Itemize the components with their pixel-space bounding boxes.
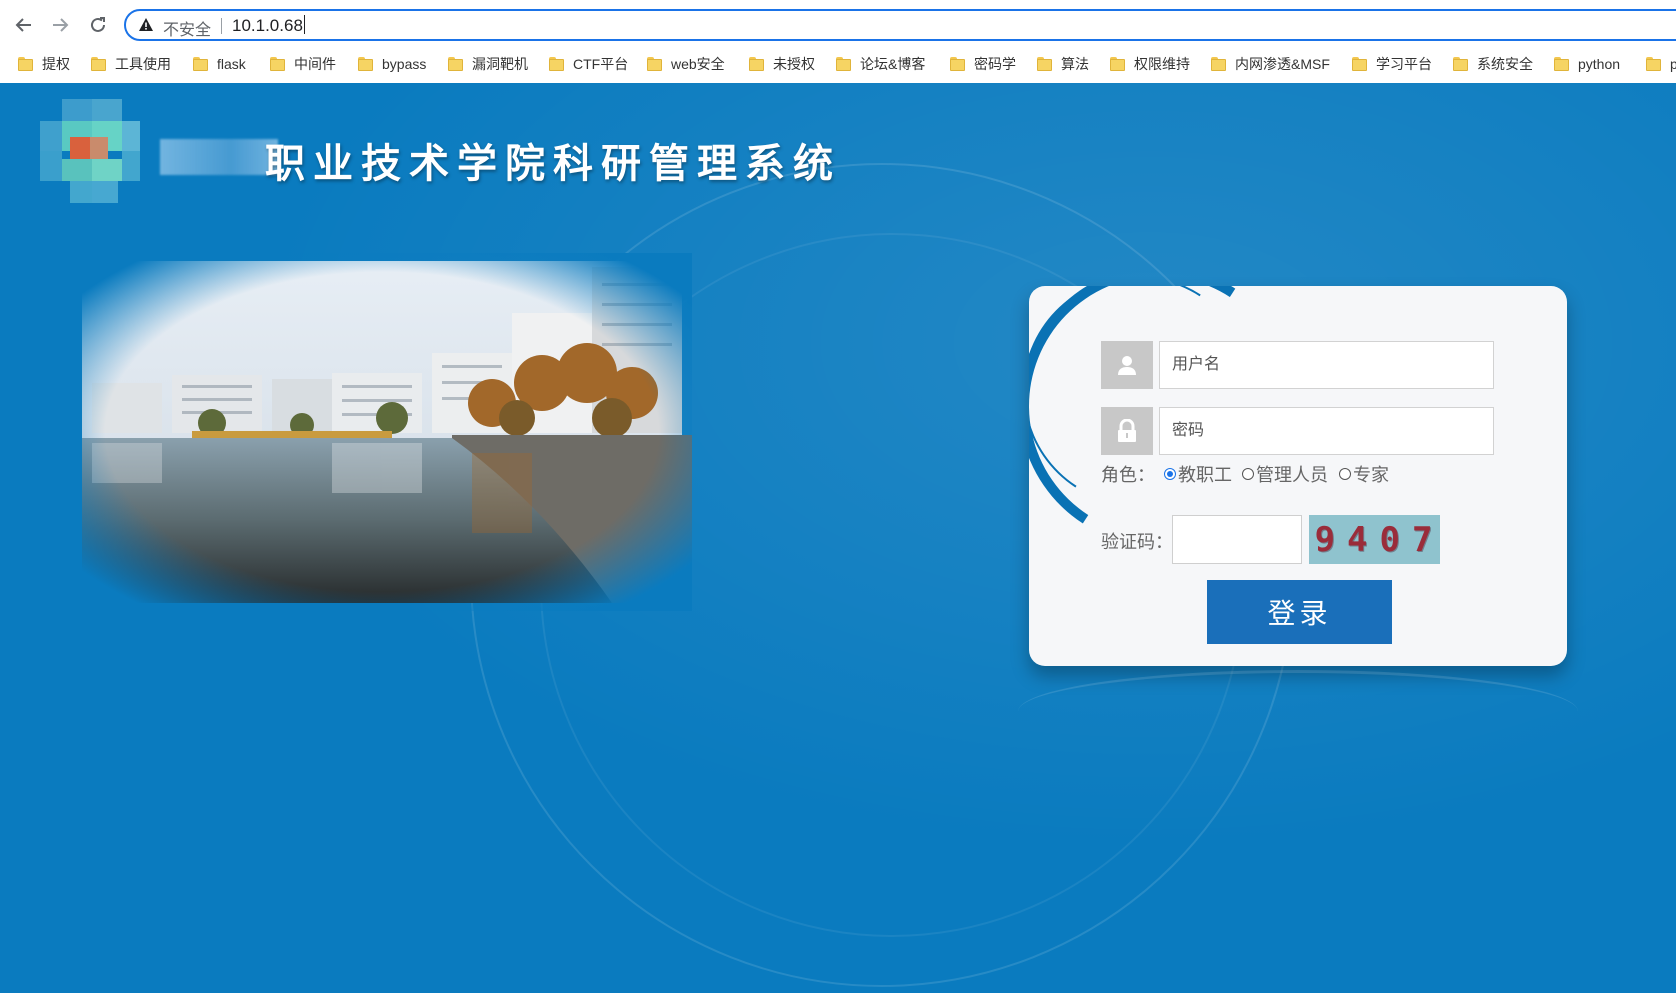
bookmark-folder[interactable]: CTF平台 bbox=[549, 50, 628, 78]
folder-icon bbox=[1646, 57, 1661, 71]
insecure-label[interactable]: 不安全 bbox=[163, 16, 211, 40]
bookmark-folder[interactable]: python bbox=[1554, 50, 1620, 78]
address-bar[interactable]: 不安全 10.1.0.68 bbox=[124, 9, 1676, 41]
user-icon-box bbox=[1101, 341, 1153, 389]
radio-unchecked-icon bbox=[1242, 468, 1254, 480]
role-label: 角色： bbox=[1101, 465, 1155, 486]
bookmark-folder[interactable]: 算法 bbox=[1037, 50, 1089, 78]
bookmark-label: 学习平台 bbox=[1376, 56, 1432, 72]
bookmark-label: bypass bbox=[382, 56, 427, 72]
folder-icon bbox=[836, 57, 851, 71]
campus-photo bbox=[72, 253, 692, 611]
folder-icon bbox=[1110, 57, 1125, 71]
folder-icon bbox=[91, 57, 106, 71]
password-input[interactable] bbox=[1159, 407, 1494, 455]
username-input[interactable] bbox=[1159, 341, 1494, 389]
bookmark-label: python bbox=[1578, 56, 1621, 72]
bookmark-folder[interactable]: 权限维持 bbox=[1110, 50, 1190, 78]
bookmark-folder[interactable]: flask bbox=[193, 50, 246, 78]
folder-icon bbox=[549, 57, 564, 71]
arrow-left-icon bbox=[15, 18, 31, 32]
folder-icon bbox=[448, 57, 463, 71]
blurred-school-name bbox=[160, 139, 278, 175]
bookmark-label: 密码学 bbox=[974, 56, 1016, 72]
bookmark-label: 内网渗透&MSF bbox=[1235, 56, 1330, 72]
folder-icon bbox=[1554, 57, 1569, 71]
role-radio-expert[interactable]: 专家 bbox=[1339, 461, 1389, 487]
captcha-label: 验证码： bbox=[1101, 532, 1173, 553]
arrow-right-icon bbox=[53, 18, 69, 32]
reload-icon bbox=[91, 17, 105, 32]
bookmark-label: 系统安全 bbox=[1477, 56, 1533, 72]
role-radio-admin[interactable]: 管理人员 bbox=[1242, 461, 1328, 487]
role-option-label: 管理人员 bbox=[1256, 465, 1328, 486]
bookmark-folder[interactable]: 提权 bbox=[18, 50, 70, 78]
user-icon bbox=[1118, 356, 1136, 375]
bookmark-folder[interactable]: 系统安全 bbox=[1453, 50, 1533, 78]
bookmark-label: p bbox=[1670, 56, 1676, 72]
radio-unchecked-icon bbox=[1339, 468, 1351, 480]
browser-chrome: 不安全 10.1.0.68 提权 工具使用 flask 中间件 bypass 漏… bbox=[0, 0, 1676, 83]
page-title: 职业技术学院科研管理系统 bbox=[265, 140, 841, 187]
radio-checked-icon bbox=[1164, 468, 1176, 480]
folder-icon bbox=[749, 57, 764, 71]
lock-icon-box bbox=[1101, 407, 1153, 455]
forward-button[interactable] bbox=[46, 11, 74, 39]
url-value: 10.1.0.68 bbox=[232, 16, 303, 35]
login-button[interactable]: 登录 bbox=[1207, 580, 1392, 644]
bookmark-folder[interactable]: web安全 bbox=[647, 50, 725, 78]
folder-icon bbox=[1211, 57, 1226, 71]
captcha-input[interactable] bbox=[1172, 515, 1302, 564]
folder-icon bbox=[1037, 57, 1052, 71]
bookmark-label: web安全 bbox=[671, 56, 725, 72]
back-button[interactable] bbox=[10, 11, 38, 39]
role-option-label: 专家 bbox=[1353, 465, 1389, 486]
folder-icon bbox=[950, 57, 965, 71]
bookmark-folder[interactable]: p bbox=[1646, 50, 1676, 78]
bookmark-label: 权限维持 bbox=[1134, 56, 1190, 72]
bookmark-label: 算法 bbox=[1061, 56, 1089, 72]
bookmark-label: 漏洞靶机 bbox=[472, 56, 528, 72]
bookmark-folder[interactable]: 内网渗透&MSF bbox=[1211, 50, 1330, 78]
bookmark-label: 工具使用 bbox=[115, 56, 171, 72]
folder-icon bbox=[1453, 57, 1468, 71]
url-text[interactable]: 10.1.0.68 bbox=[232, 15, 305, 36]
bookmark-label: 未授权 bbox=[773, 56, 815, 72]
role-radio-staff[interactable]: 教职工 bbox=[1164, 461, 1232, 487]
school-logo bbox=[40, 99, 140, 203]
lock-icon bbox=[1118, 419, 1136, 442]
bookmarks-bar: 提权 工具使用 flask 中间件 bypass 漏洞靶机 CTF平台 web安… bbox=[0, 50, 1676, 78]
bookmark-label: 中间件 bbox=[294, 56, 336, 72]
captcha-image[interactable]: 9407 bbox=[1309, 515, 1440, 564]
folder-icon bbox=[193, 57, 208, 71]
reload-button[interactable] bbox=[84, 11, 112, 39]
bookmark-label: flask bbox=[217, 56, 246, 72]
bookmark-folder[interactable]: 工具使用 bbox=[91, 50, 171, 78]
bookmark-folder[interactable]: bypass bbox=[358, 50, 426, 78]
folder-icon bbox=[1352, 57, 1367, 71]
bookmark-folder[interactable]: 密码学 bbox=[950, 50, 1016, 78]
folder-icon bbox=[270, 57, 285, 71]
bookmark-folder[interactable]: 论坛&博客 bbox=[836, 50, 925, 78]
text-caret bbox=[303, 15, 305, 34]
bookmark-folder[interactable]: 学习平台 bbox=[1352, 50, 1432, 78]
bookmark-folder[interactable]: 漏洞靶机 bbox=[448, 50, 528, 78]
card-shadow-arc bbox=[1018, 670, 1578, 753]
bookmark-label: 论坛&博客 bbox=[860, 56, 926, 72]
address-separator bbox=[221, 18, 222, 34]
bookmark-folder[interactable]: 未授权 bbox=[749, 50, 815, 78]
bookmark-folder[interactable]: 中间件 bbox=[270, 50, 336, 78]
login-card: 角色： 教职工 管理人员 专家 验证码： 9407 登录 bbox=[1029, 286, 1567, 666]
folder-icon bbox=[358, 57, 373, 71]
bookmark-label: 提权 bbox=[42, 56, 70, 72]
folder-icon bbox=[18, 57, 33, 71]
captcha-code: 9407 bbox=[1314, 519, 1445, 560]
login-page: 职业技术学院科研管理系统 用户名 角色： 教职工 管理人员 专家 验证码： 94… bbox=[0, 83, 1676, 993]
bookmark-label: CTF平台 bbox=[573, 56, 629, 72]
warning-icon bbox=[139, 18, 153, 31]
role-option-label: 教职工 bbox=[1178, 465, 1232, 486]
folder-icon bbox=[647, 57, 662, 71]
